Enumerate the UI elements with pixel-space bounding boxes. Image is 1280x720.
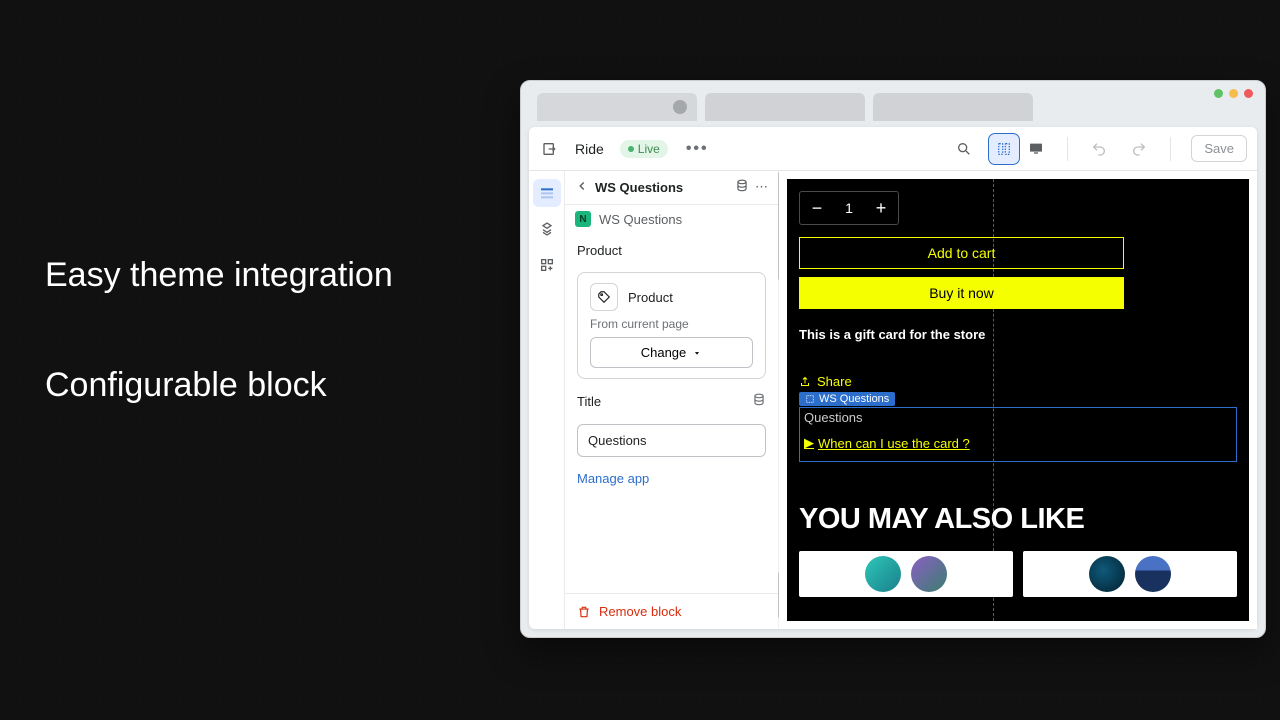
product-image (1089, 556, 1125, 592)
title-section-label: Title (577, 394, 601, 409)
marketing-copy: Easy theme integration Configurable bloc… (45, 255, 393, 405)
share-link[interactable]: Share (799, 374, 852, 389)
product-description: This is a gift card for the store (799, 327, 985, 342)
data-source-icon[interactable] (735, 179, 749, 196)
store-preview: − 1 + Add to cart Buy it now This is a g… (787, 179, 1249, 621)
product-image (1135, 556, 1171, 592)
theme-editor-app: Ride Live ••• Save (529, 127, 1257, 629)
quantity-stepper: − 1 + (799, 191, 899, 225)
product-source-hint: From current page (590, 317, 753, 331)
viewport-mobile-button[interactable] (989, 134, 1019, 164)
editor-rail (529, 171, 565, 629)
window-min-icon[interactable] (1214, 89, 1223, 98)
manage-app-link[interactable]: Manage app (577, 471, 766, 486)
browser-tab[interactable] (705, 93, 865, 121)
browser-window: Ride Live ••• Save (520, 80, 1266, 638)
window-max-icon[interactable] (1229, 89, 1238, 98)
panel-title: WS Questions (595, 180, 729, 195)
product-card[interactable] (1023, 551, 1237, 597)
panel-more-button[interactable]: ⋯ (755, 179, 768, 196)
preview-pane: − 1 + Add to cart Buy it now This is a g… (779, 171, 1257, 629)
app-badge-icon: N (575, 211, 591, 227)
dynamic-source-icon[interactable] (752, 393, 766, 410)
product-image (865, 556, 901, 592)
questions-block[interactable]: Questions ▶ When can I use the card ? (799, 407, 1237, 462)
product-card[interactable] (799, 551, 1013, 597)
block-tag[interactable]: WS Questions (799, 392, 895, 406)
qty-value: 1 (834, 200, 864, 216)
close-icon[interactable] (673, 100, 687, 114)
qty-increase-button[interactable]: + (864, 192, 898, 224)
browser-tab-active[interactable] (537, 93, 697, 121)
theme-name: Ride (575, 141, 604, 157)
back-button[interactable] (575, 179, 589, 196)
browser-tab[interactable] (873, 93, 1033, 121)
browser-tabs (521, 81, 1265, 121)
buy-now-button[interactable]: Buy it now (799, 277, 1124, 309)
exit-editor-button[interactable] (539, 138, 561, 160)
marketing-line1: Easy theme integration (45, 255, 393, 296)
add-to-cart-button[interactable]: Add to cart (799, 237, 1124, 269)
status-badge: Live (620, 140, 668, 158)
app-name: WS Questions (599, 212, 682, 227)
change-product-button[interactable]: Change (590, 337, 753, 368)
rail-sections-button[interactable] (533, 179, 561, 207)
qty-decrease-button[interactable]: − (800, 192, 834, 224)
questions-heading: Questions (804, 410, 1232, 425)
remove-block-button[interactable]: Remove block (565, 593, 778, 629)
product-image (911, 556, 947, 592)
rail-theme-settings-button[interactable] (533, 215, 561, 243)
product-card: Product From current page Change (577, 272, 766, 379)
search-button[interactable] (949, 134, 979, 164)
redo-button[interactable] (1124, 134, 1154, 164)
chevron-right-icon: ▶ (804, 435, 814, 451)
title-input[interactable] (577, 424, 766, 457)
editor-toolbar: Ride Live ••• Save (529, 127, 1257, 171)
undo-button[interactable] (1084, 134, 1114, 164)
app-block-row[interactable]: N WS Questions (565, 205, 778, 233)
rail-apps-button[interactable] (533, 251, 561, 279)
product-icon (590, 283, 618, 311)
more-actions-button[interactable]: ••• (686, 140, 709, 158)
question-item[interactable]: ▶ When can I use the card ? (804, 435, 1232, 451)
window-close-icon[interactable] (1244, 89, 1253, 98)
recommendations-heading: YOU MAY ALSO LIKE (799, 503, 1084, 536)
save-button[interactable]: Save (1191, 135, 1247, 162)
recommendation-cards (799, 551, 1237, 597)
marketing-line2: Configurable block (45, 366, 393, 405)
viewport-desktop-button[interactable] (1021, 134, 1051, 164)
product-type-label: Product (628, 290, 673, 305)
window-controls (1214, 89, 1253, 98)
block-settings-panel: WS Questions ⋯ N WS Questions Product (565, 171, 779, 629)
product-section-label: Product (577, 243, 766, 258)
